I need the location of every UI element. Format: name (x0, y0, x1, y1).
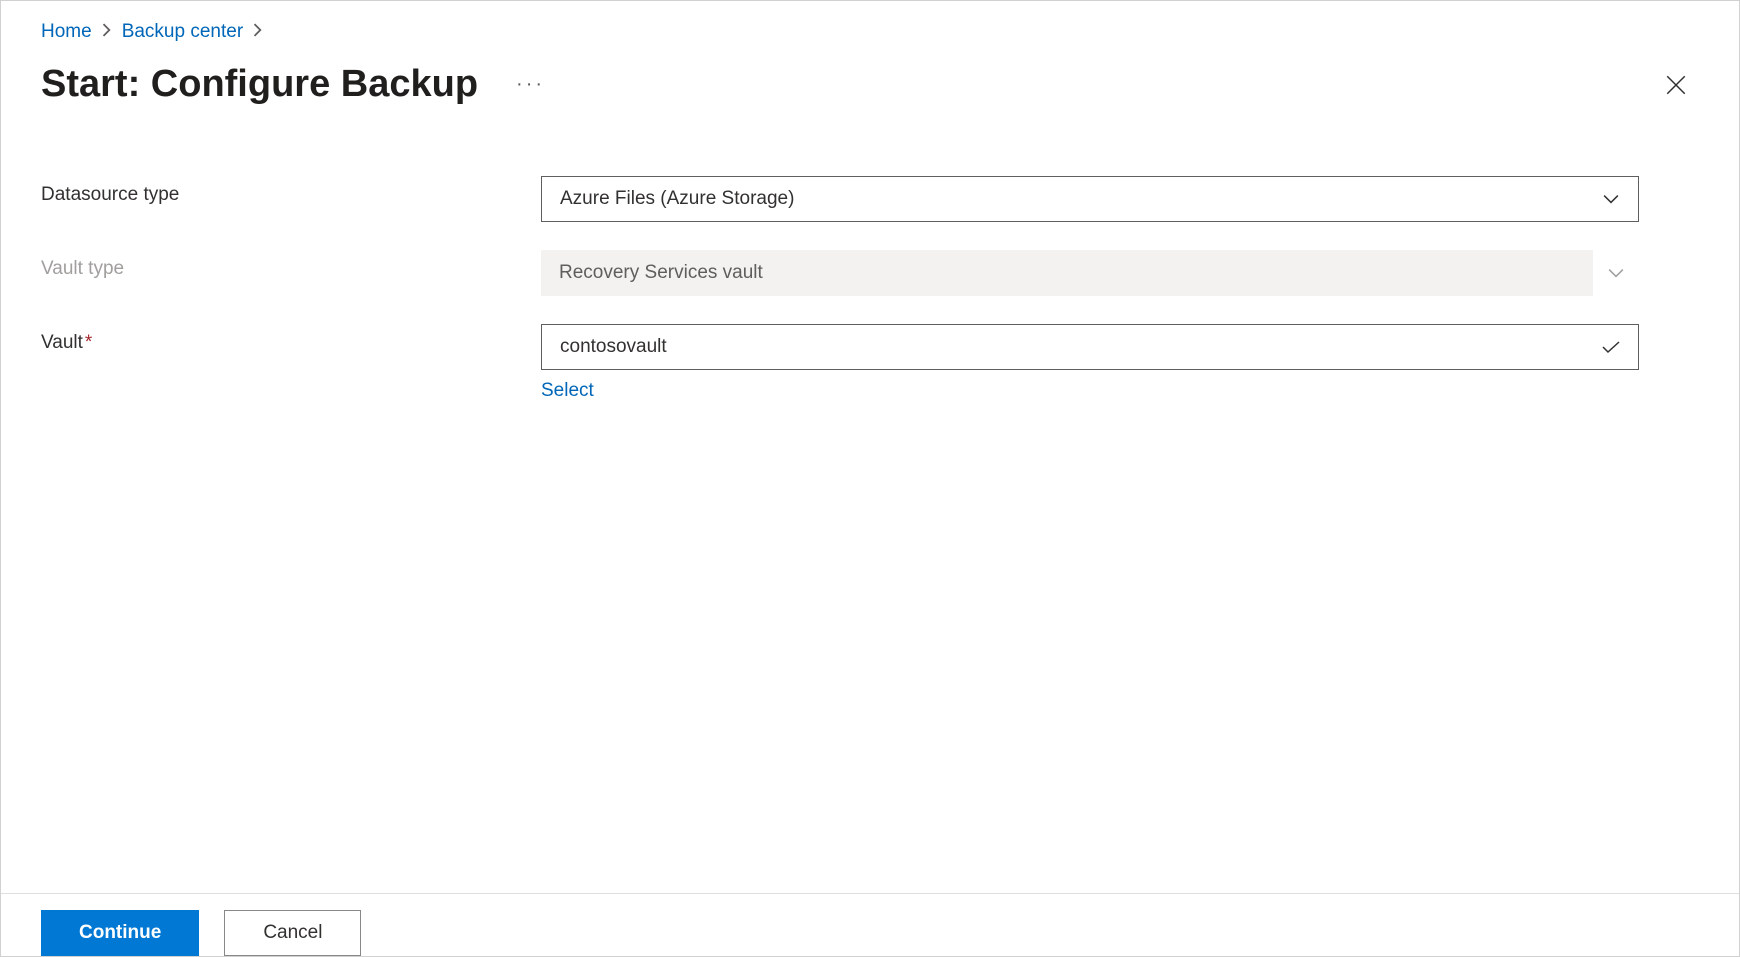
continue-button[interactable]: Continue (41, 910, 199, 956)
breadcrumb-home[interactable]: Home (41, 21, 92, 43)
required-indicator: * (85, 332, 92, 353)
chevron-down-icon (1602, 190, 1620, 208)
chevron-right-icon (102, 23, 112, 42)
more-options-icon[interactable]: ··· (508, 73, 553, 96)
breadcrumb: Home Backup center (41, 21, 1699, 43)
cancel-button[interactable]: Cancel (224, 910, 361, 956)
chevron-down-icon (1593, 250, 1639, 296)
form-row-datasource: Datasource type Azure Files (Azure Stora… (41, 176, 1699, 222)
datasource-type-label: Datasource type (41, 176, 541, 206)
footer-bar: Continue Cancel (1, 893, 1739, 956)
vault-value: contosovault (560, 336, 1602, 358)
datasource-type-dropdown[interactable]: Azure Files (Azure Storage) (541, 176, 1639, 222)
page-title: Start: Configure Backup (41, 63, 478, 106)
select-vault-link[interactable]: Select (541, 380, 594, 402)
form-area: Datasource type Azure Files (Azure Stora… (41, 176, 1699, 402)
vault-type-dropdown: Recovery Services vault (541, 250, 1639, 296)
breadcrumb-backup-center[interactable]: Backup center (122, 21, 243, 43)
form-row-vault-type: Vault type Recovery Services vault (41, 250, 1699, 296)
check-icon (1602, 338, 1620, 356)
vault-input[interactable]: contosovault (541, 324, 1639, 370)
close-button[interactable] (1663, 72, 1689, 98)
datasource-type-value: Azure Files (Azure Storage) (560, 188, 1602, 210)
chevron-right-icon (253, 23, 263, 42)
vault-type-label: Vault type (41, 250, 541, 280)
form-row-vault: Vault* contosovault Select (41, 324, 1699, 402)
vault-type-value: Recovery Services vault (559, 262, 1593, 284)
vault-label: Vault* (41, 324, 541, 354)
